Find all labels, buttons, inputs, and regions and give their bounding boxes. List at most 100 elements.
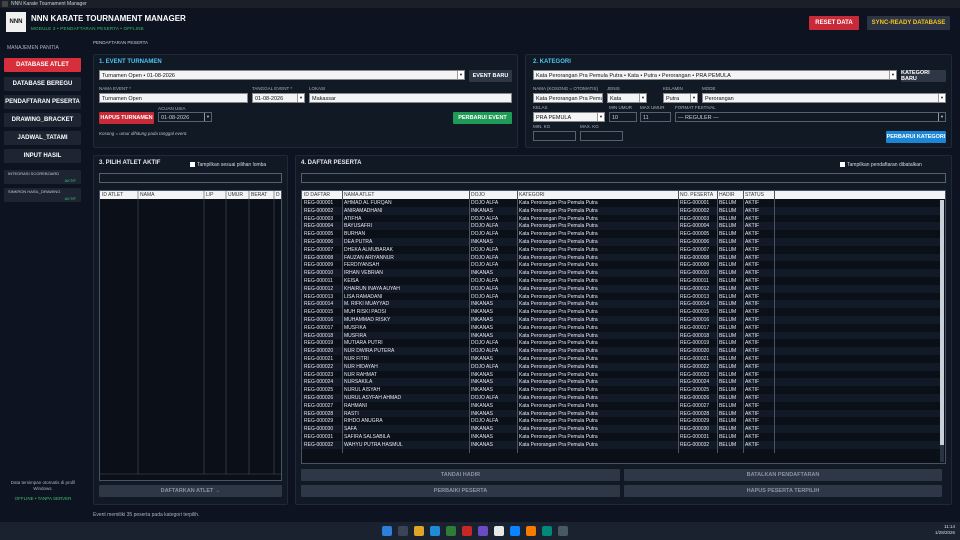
column-header[interactable]: HADIR — [719, 192, 735, 198]
cancel-registration-button[interactable]: BATALKAN PENDAFTARAN — [624, 469, 942, 481]
table-row[interactable]: REG-000028 RASTI INKANAS Kata Perorangan Pr… — [302, 409, 940, 418]
table-row[interactable]: REG-000001 AHMAD AL FURQAN DOJO ALFA Kata P… — [302, 199, 940, 207]
table-row[interactable]: REG-000005 BURHAN DOJO ALFA Kata Perorangan… — [302, 230, 940, 238]
table-row[interactable]: REG-000010 IRHAN VEBRIAN INKANAS Kata Peror… — [302, 269, 940, 277]
table-row[interactable]: REG-000031 SAFIRA SALSABILA INKANAS Kata Pe… — [302, 433, 940, 441]
reset-data-button[interactable]: RESET DATA — [809, 16, 859, 30]
age-reference-field[interactable]: 01-08-2026 ▼ — [158, 112, 212, 122]
new-event-button[interactable]: EVENT BARU — [469, 70, 512, 82]
edge-browser-icon[interactable] — [430, 526, 440, 536]
windows-start-icon[interactable] — [382, 526, 392, 536]
table-row[interactable]: REG-000011 KEISA DOJO ALFA Kata Perorangan … — [302, 277, 940, 285]
sidebar-item-database-atlet[interactable]: DATABASE ATLET — [4, 58, 81, 72]
app-icon[interactable] — [462, 526, 472, 536]
format-field[interactable]: — REGULER — ▼ — [675, 112, 946, 122]
sidebar-item-pendaftaran[interactable]: PENDAFTARAN PESERTA — [4, 95, 81, 109]
app-icon[interactable] — [446, 526, 456, 536]
search-icon[interactable] — [398, 526, 408, 536]
event-name-field[interactable]: Turnamen Open — [99, 93, 248, 103]
kategori-select[interactable]: Kata Perorangan Pra Pemula Putra • Kata … — [533, 70, 897, 80]
table-cell: DOJO ALFA — [471, 285, 499, 292]
column-header[interactable]: DOJO — [471, 192, 485, 198]
table-row[interactable]: REG-000003 ATIFHA DOJO ALFA Kata Perorangan… — [302, 214, 940, 223]
max-age-field[interactable]: 11 — [640, 112, 671, 122]
sidebar-item-jadwal[interactable]: JADWAL_TATAMI — [4, 131, 81, 145]
table-cell: DOJO ALFA — [471, 348, 499, 355]
column-header[interactable]: STATUS — [745, 192, 764, 198]
min-age-field[interactable]: 10 — [609, 112, 637, 122]
sidebar-item-sinkron-hasil[interactable]: SINKRON HASIL_DRAWING AKTIF — [4, 188, 81, 202]
peserta-search-input[interactable] — [301, 173, 946, 183]
max-kg-field[interactable] — [580, 131, 623, 141]
app-icon[interactable] — [542, 526, 552, 536]
update-kategori-button[interactable]: PERBARUI KATEGORI — [886, 131, 946, 143]
scrollbar[interactable] — [940, 200, 944, 462]
table-row[interactable]: REG-000014 M. RIFKI MUAYYAD INKANAS Kata Pe… — [302, 300, 940, 309]
table-row[interactable]: REG-000018 MUSFIRA INKANAS Kata Perorangan … — [302, 331, 940, 340]
sidebar-item-database-beregu[interactable]: DATABASE BEREGU — [4, 77, 81, 91]
min-kg-field[interactable] — [533, 131, 576, 141]
table-row[interactable]: REG-000026 NURUL ASYFAH AHMAD DOJO ALFA Kat… — [302, 394, 940, 402]
table-row[interactable]: REG-000015 MUH RISKI PAOSI INKANAS Kata Per… — [302, 308, 940, 316]
table-row[interactable]: REG-000030 SAFA INKANAS Kata Perorangan Pra… — [302, 425, 940, 433]
app-icon[interactable] — [478, 526, 488, 536]
update-event-button[interactable]: PERBARUI EVENT — [453, 112, 512, 124]
age-hint-text: Kosong = umur dihitung pada tanggal even… — [99, 131, 188, 136]
event-date-field[interactable]: 01-08-2026 ▼ — [252, 93, 305, 103]
table-row[interactable]: REG-000009 FERDIYANSAH DOJO ALFA Kata Peror… — [302, 261, 940, 270]
mark-present-button[interactable]: TANDAI HADIR — [301, 469, 620, 481]
table-cell: BELUM — [719, 239, 737, 245]
kategori-type-field[interactable]: Kata ▼ — [607, 93, 647, 103]
table-row[interactable]: REG-000007 DHEKA ALMUBARAK DOJO ALFA Kata P… — [302, 245, 940, 254]
sidebar-item-input-hasil[interactable]: INPUT HASIL — [4, 149, 81, 163]
table-row[interactable]: REG-000004 BAYUSAFRI DOJO ALFA Kata Peroran… — [302, 222, 940, 231]
kategori-name-field[interactable]: Kata Perorangan Pra Pemula — [533, 93, 603, 103]
atlet-table[interactable]: ID ATLET NAMA L/P UMUR BERAT D — [99, 190, 282, 481]
table-row[interactable]: REG-000002 ANIRAMADHANI INKANAS Kata Perora… — [302, 206, 940, 215]
column-header[interactable]: KATEGORI — [519, 192, 544, 198]
table-row[interactable]: REG-000021 NUR FITRI INKANAS Kata Peroranga… — [302, 355, 940, 363]
app-icon[interactable] — [510, 526, 520, 536]
column-header[interactable]: NO. PESERTA — [680, 192, 713, 198]
scrollbar-thumb[interactable] — [940, 200, 944, 445]
delete-tournament-button[interactable]: HAPUS TURNAMEN — [99, 112, 154, 124]
column-header[interactable]: NAMA ATLET — [344, 192, 374, 198]
table-row[interactable]: REG-000029 RIHDO ANUGRA DOJO ALFA Kata Pero… — [302, 417, 940, 426]
table-row[interactable]: REG-000022 NUR HIDAYAH DOJO ALFA Kata Peror… — [302, 362, 940, 371]
table-row[interactable]: REG-000025 NURUL AISYAH INKANAS Kata Perora… — [302, 386, 940, 394]
column-header[interactable]: ID DAFTAR — [304, 192, 330, 198]
kategori-mode-field[interactable]: Perorangan ▼ — [702, 93, 946, 103]
table-row[interactable]: REG-000006 DEA PUTRA INKANAS Kata Peroranga… — [302, 238, 940, 246]
table-row[interactable]: REG-000016 MUHAMMAD RISKY INKANAS Kata Pero… — [302, 316, 940, 324]
show-cancelled-checkbox[interactable]: Tampilkan pendaftaran dibatalkan — [840, 162, 922, 168]
karate-manager-taskbar-icon[interactable] — [494, 526, 504, 536]
clock[interactable]: 11:14 1/28/2026 — [925, 524, 955, 536]
event-location-field[interactable]: Makassar — [309, 93, 512, 103]
kategori-gender-field[interactable]: Putra ▼ — [663, 93, 698, 103]
app-icon[interactable] — [526, 526, 536, 536]
table-row[interactable]: REG-000027 RAHMANI INKANAS Kata Perorangan … — [302, 401, 940, 410]
sidebar-item-integrasi-scoreboard[interactable]: INTEGRASI SCOREBOARD AKTIF — [4, 170, 81, 184]
sync-database-button[interactable]: SYNC-READY DATABASE — [867, 16, 950, 30]
table-row[interactable]: REG-000023 NUR RAHMAT INKANAS Kata Perorang… — [302, 370, 940, 379]
table-row[interactable]: REG-000032 WAHYU PUTRA HASMUL INKANAS Kata … — [302, 440, 940, 449]
register-atlet-button[interactable]: DAFTARKAN ATLET → — [99, 485, 282, 497]
fix-peserta-button[interactable]: PERBAIKI PESERTA — [301, 485, 620, 497]
table-row[interactable]: REG-000017 MUSFIKA INKANAS Kata Perorangan … — [302, 323, 940, 332]
event-select[interactable]: Turnamen Open • 01-08-2026 ▼ — [99, 70, 465, 80]
table-row[interactable]: REG-000008 FAUZAN ARIYANNUR DOJO ALFA Kata … — [302, 253, 940, 262]
peserta-table[interactable]: ID DAFTAR NAMA ATLET DOJO KATEGORI NO. P… — [301, 190, 946, 464]
table-row[interactable]: REG-000024 NURSAKILA INKANAS Kata Peroranga… — [302, 378, 940, 387]
table-row[interactable]: REG-000019 MUTIARA PUTRI DOJO ALFA Kata Per… — [302, 339, 940, 348]
app-icon[interactable] — [558, 526, 568, 536]
show-by-lomba-checkbox[interactable]: Tampilkan sesuai pilihan lomba — [190, 162, 266, 168]
table-row[interactable]: REG-000020 NUR DWIRA PUTERA DOJO ALFA Kata … — [302, 347, 940, 355]
delete-peserta-button[interactable]: HAPUS PESERTA TERPILIH — [624, 485, 942, 497]
sidebar-item-drawing[interactable]: DRAWING_BRACKET — [4, 113, 81, 127]
file-explorer-icon[interactable] — [414, 526, 424, 536]
table-row[interactable]: REG-000012 KHAIRUN INAYA AUYAH DOJO ALFA Ka… — [302, 284, 940, 293]
atlet-search-input[interactable] — [99, 173, 282, 183]
kelas-field[interactable]: PRA PEMULA ▼ — [533, 112, 605, 122]
table-row[interactable]: REG-000013 LISA RAMADANI DOJO ALFA Kata Per… — [302, 292, 940, 301]
new-kategori-button[interactable]: KATEGORI BARU — [901, 70, 946, 82]
